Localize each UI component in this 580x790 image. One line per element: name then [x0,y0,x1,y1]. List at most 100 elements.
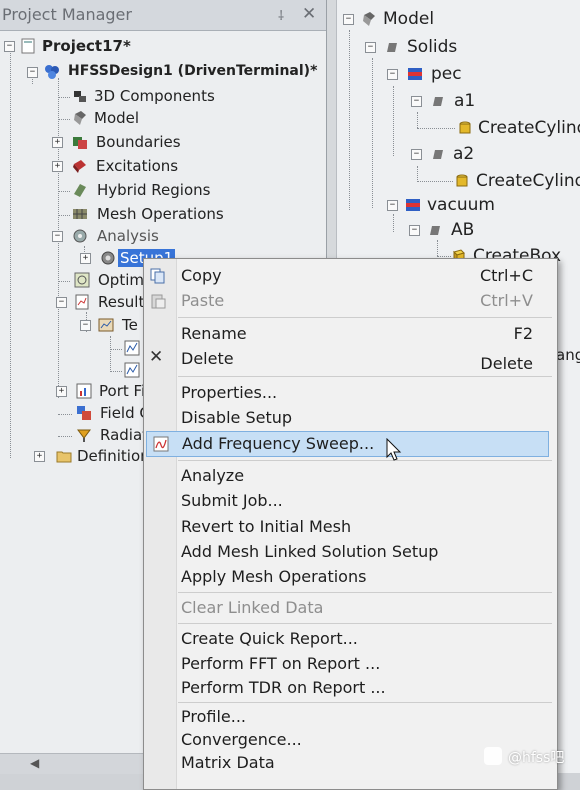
menu-item-analyze[interactable]: Analyze [144,464,557,488]
tree-item-plot[interactable] [0,338,143,360]
menu-item-perform-fft[interactable]: Perform FFT on Report ... [144,652,557,676]
tree-item-vacuum[interactable]: − vacuum [327,194,577,216]
tree-item-boundaries[interactable]: + Boundaries [0,132,260,154]
collapse-icon[interactable]: − [52,231,63,242]
collapse-icon[interactable]: − [365,42,376,53]
tree-item-hybrid-regions[interactable]: Hybrid Regions [0,180,260,202]
hfss-design-icon [45,65,59,79]
menu-item-revert-initial-mesh[interactable]: Revert to Initial Mesh [144,515,557,539]
tree-label: Port Fi [99,382,146,400]
expand-icon[interactable]: + [80,253,91,264]
tree-item-optimetrics[interactable]: Optime [0,270,153,292]
folder-icon [56,451,72,463]
expand-icon[interactable]: + [52,161,63,172]
optimetrics-icon [74,272,90,288]
tree-item-definitions[interactable]: + Definitions [0,446,157,468]
boundaries-icon [73,137,87,149]
menu-item-paste[interactable]: Paste Ctrl+V [144,289,557,313]
menu-item-perform-tdr[interactable]: Perform TDR on Report ... [144,676,557,700]
cylinder-icon [456,174,468,187]
menu-item-add-mesh-linked-setup[interactable]: Add Mesh Linked Solution Setup [144,540,557,564]
tree-item-field-calculator[interactable]: Field C [0,403,150,425]
radiation-icon [77,429,91,442]
tree-label: HFSSDesign1 (DrivenTerminal)* [68,63,318,79]
mouse-cursor-icon [386,438,402,461]
tree-item-port-field[interactable]: + Port Fi [0,381,146,403]
menu-item-rename[interactable]: Rename F2 [144,322,557,346]
tree-item-plot[interactable] [0,360,143,382]
menu-item-label: Profile... [181,707,247,726]
menu-item-label: Copy [181,266,222,285]
menu-item-label: Disable Setup [181,408,293,427]
collapse-icon[interactable]: − [343,14,354,25]
close-icon[interactable]: ✕ [302,4,316,24]
cylinder-icon [459,121,471,134]
collapse-icon[interactable]: − [27,67,38,78]
watermark-text: @hfss吧 [508,750,565,766]
menu-item-add-frequency-sweep[interactable]: Add Frequency Sweep... [146,431,549,457]
tree-item-pec[interactable]: − pec [327,63,577,85]
menu-item-clear-linked-data[interactable]: Clear Linked Data [144,596,557,620]
menu-item-properties[interactable]: Properties... [144,381,557,405]
expand-icon[interactable]: + [56,386,67,397]
menu-item-copy[interactable]: Copy Ctrl+C [144,264,557,288]
menu-item-submit-job[interactable]: Submit Job... [144,489,557,513]
model-icon [363,12,375,26]
expand-icon[interactable]: + [52,137,63,148]
scroll-left-icon[interactable]: ◀ [30,756,39,770]
menu-item-profile[interactable]: Profile... [144,705,557,729]
collapse-icon[interactable]: − [4,41,15,52]
menu-item-create-quick-report[interactable]: Create Quick Report... [144,627,557,651]
tree-item-analysis[interactable]: − Analysis [0,226,260,248]
tree-label: vacuum [427,195,495,215]
tree-item-excitations[interactable]: + Excitations [0,156,260,178]
horizontal-scrollbar[interactable]: ◀ [0,753,143,774]
expand-icon[interactable]: + [34,451,45,462]
tree-item-model-root[interactable]: − Model [327,8,577,30]
shortcut-label: F2 [513,324,533,343]
mesh-operations-icon [73,209,87,219]
tree-item-report[interactable]: − Te [0,315,143,337]
shortcut-label: Ctrl+C [479,266,533,285]
tree-item-ab[interactable]: − AB [327,219,577,241]
collapse-icon[interactable]: − [56,297,67,308]
tree-item-create-cylinder[interactable]: CreateCylind [327,170,580,192]
tree-item-a1[interactable]: − a1 [327,90,577,112]
tree-item-a2[interactable]: − a2 [327,143,577,165]
tree-item-design[interactable]: − HFSSDesign1 (DrivenTerminal)* [0,62,326,84]
collapse-icon[interactable]: − [411,149,422,160]
project-icon [21,38,35,54]
tree-item-3d-components[interactable]: 3D Components [0,86,260,108]
tree-item-mesh-operations[interactable]: Mesh Operations [0,204,260,226]
menu-separator [178,592,552,593]
tree-item-model[interactable]: Model [0,108,260,130]
tree-label: Excitations [96,157,179,175]
tree-label: Analysis [97,227,159,245]
paste-icon [151,294,166,309]
tree-label: ang [556,346,580,364]
excitations-icon [73,160,86,173]
shortcut-label: Ctrl+V [480,291,533,310]
tree-item-create-cylinder[interactable]: CreateCylind [327,117,580,139]
collapse-icon[interactable]: − [387,69,398,80]
collapse-icon[interactable]: − [411,96,422,107]
menu-item-delete[interactable]: ✕ Delete Delete [144,347,557,373]
tree-label: Te [122,316,138,334]
report-icon [98,318,114,332]
results-icon [75,294,89,310]
tree-item-project[interactable]: − Project17* [0,36,200,58]
pin-icon[interactable]: ⸸ [278,6,284,24]
plot-icon [124,340,140,356]
collapse-icon[interactable]: − [387,200,398,211]
delete-icon: ✕ [149,347,164,367]
collapse-icon[interactable]: − [80,320,91,331]
tree-item-solids[interactable]: − Solids [327,36,577,58]
menu-item-disable-setup[interactable]: Disable Setup [144,406,557,430]
tree-item-results[interactable]: − Results [0,292,152,314]
copy-icon [150,268,165,284]
menu-item-label: Perform TDR on Report ... [181,678,386,697]
collapse-icon[interactable]: − [409,225,420,236]
solid-icon [430,226,440,235]
tree-item-radiation[interactable]: Radiati [0,425,152,447]
menu-item-apply-mesh-operations[interactable]: Apply Mesh Operations [144,565,557,589]
